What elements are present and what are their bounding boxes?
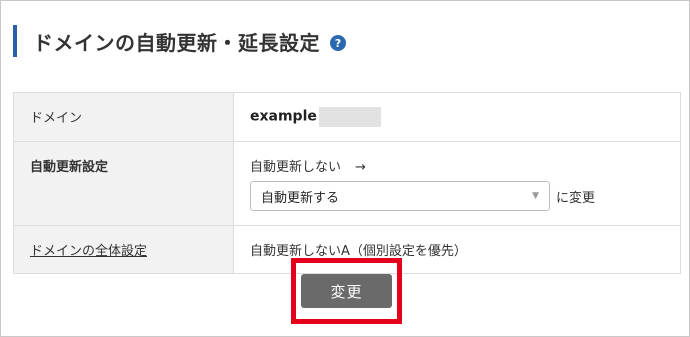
table-row-domain: ドメイン example — [13, 92, 681, 142]
help-icon[interactable]: ? — [330, 35, 346, 51]
current-setting-text: 自動更新しない — [250, 160, 342, 175]
settings-panel: ドメインの自動更新・延長設定 ? ドメイン example 自動更新設定 自動更… — [0, 0, 690, 337]
page-header: ドメインの自動更新・延長設定 ? — [13, 25, 346, 57]
select-row: 自動更新する ▼ に変更 — [250, 181, 664, 211]
right-arrow-icon: → — [355, 160, 366, 175]
auto-renew-select[interactable]: 自動更新する ▼ — [250, 181, 550, 211]
auto-renew-cell: 自動更新しない → 自動更新する ▼ に変更 — [233, 141, 681, 226]
table-row-auto-renew: 自動更新設定 自動更新しない → 自動更新する ▼ に変更 — [13, 141, 681, 226]
title-accent-bar — [13, 25, 17, 57]
page-title: ドメインの自動更新・延長設定 — [33, 30, 320, 55]
global-settings-cell: ドメインの全体設定 — [13, 225, 234, 274]
auto-renew-label: 自動更新設定 — [13, 141, 234, 226]
highlight-box: 変更 — [291, 258, 402, 324]
change-button[interactable]: 変更 — [301, 274, 392, 308]
change-to-text: に変更 — [556, 190, 596, 206]
domain-value-cell: example — [233, 92, 681, 142]
global-settings-link[interactable]: ドメインの全体設定 — [30, 244, 147, 259]
caret-down-icon: ▼ — [532, 191, 539, 201]
redacted-block — [318, 107, 381, 127]
current-setting-line: 自動更新しない → — [250, 156, 664, 175]
settings-table: ドメイン example 自動更新設定 自動更新しない → 自動更新する ▼ に変… — [13, 92, 681, 274]
select-value: 自動更新する — [261, 190, 340, 206]
domain-name: example — [250, 108, 317, 125]
domain-label: ドメイン — [13, 92, 234, 142]
